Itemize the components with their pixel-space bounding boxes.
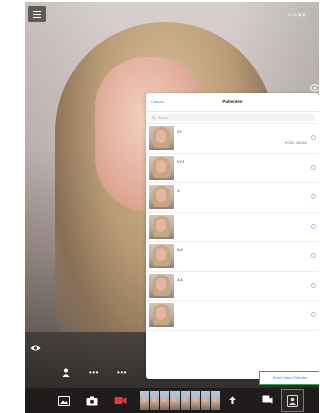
filmstrip-frame[interactable] (140, 391, 150, 410)
filmstrip-frame[interactable] (160, 391, 170, 410)
filmstrip-frame[interactable] (180, 391, 190, 410)
patient-row[interactable]: G (146, 183, 319, 213)
info-icon[interactable] (311, 223, 316, 229)
reset-patient-selection-label: Reset Patient Selection (272, 376, 308, 380)
gallery-button[interactable] (57, 394, 71, 407)
bottom-toolbar (25, 388, 319, 413)
eye-icon (30, 345, 40, 351)
patient-photo (149, 185, 174, 209)
info-icon[interactable] (311, 282, 316, 288)
patient-photo (149, 126, 174, 150)
lens-button[interactable] (261, 394, 274, 407)
patient-name: G (177, 189, 180, 193)
info-icon[interactable] (311, 135, 316, 140)
video-icon (114, 397, 126, 404)
more-options-button[interactable]: ••• (87, 366, 101, 378)
patient-id: HOSU: 48156A (285, 141, 307, 145)
patient-photo (149, 244, 174, 268)
gallery-icon (58, 395, 70, 406)
patient-name: XYZ (177, 159, 185, 164)
camera-screen: 12:00 ◉ ▮ Cancel Patienten Suche XY HOSU… (25, 2, 319, 413)
popover-header: Cancel Patienten (146, 93, 319, 112)
patient-row[interactable]: A A (146, 242, 319, 272)
patient-name: A A (177, 277, 183, 282)
patient-row[interactable]: A A (146, 272, 319, 301)
info-icon[interactable] (311, 194, 316, 199)
filmstrip-frame[interactable] (210, 391, 220, 410)
patient-photo (149, 155, 174, 180)
info-icon[interactable] (311, 253, 316, 258)
popover-title: Patienten (222, 99, 243, 104)
patient-search-placeholder: Suche (158, 115, 168, 120)
video-button[interactable] (113, 394, 127, 407)
filmstrip-frame[interactable] (150, 391, 160, 410)
info-icon[interactable] (311, 312, 316, 317)
lens-icon (262, 395, 273, 404)
share-button[interactable] (226, 394, 238, 407)
camera-switch-icon (310, 84, 319, 92)
patient-selection-button[interactable] (281, 389, 304, 412)
patient-row[interactable]: XY HOSU: 48156A (146, 124, 319, 154)
patient-photo (149, 273, 174, 298)
search-icon (152, 115, 156, 120)
patient-search-input[interactable]: Suche (150, 114, 315, 121)
patient-search-bar: Suche (146, 112, 319, 124)
camera-icon (86, 396, 98, 405)
filmstrip-frame[interactable] (200, 391, 210, 410)
patient-row[interactable] (146, 213, 319, 242)
photo-filmstrip[interactable] (140, 391, 220, 410)
menu-icon (33, 10, 41, 18)
patient-icon (287, 394, 298, 407)
more-options-button-2[interactable]: ••• (115, 366, 129, 378)
menu-button[interactable] (28, 6, 46, 22)
person-button[interactable] (59, 366, 73, 378)
patient-list: XY HOSU: 48156A XYZ G A A A A (146, 124, 319, 331)
patient-row[interactable]: XYZ (146, 154, 319, 183)
filmstrip-frame[interactable] (190, 391, 200, 410)
camera-button[interactable] (85, 394, 99, 407)
preview-toggle-button[interactable] (29, 342, 41, 354)
patient-photo (149, 214, 174, 239)
patient-name: A A (177, 248, 183, 252)
patient-photo (149, 303, 174, 327)
reset-patient-selection-button[interactable]: Reset Patient Selection (259, 371, 319, 385)
patient-selection-popover: Cancel Patienten Suche XY HOSU: 48156A X (146, 93, 319, 379)
patient-name: XY (177, 130, 183, 134)
filmstrip-frame[interactable] (170, 391, 180, 410)
info-icon[interactable] (311, 164, 316, 170)
patient-row[interactable] (146, 301, 319, 331)
share-icon (228, 396, 236, 404)
person-icon (62, 368, 70, 377)
status-bar: 12:00 ◉ ▮ (287, 12, 305, 17)
